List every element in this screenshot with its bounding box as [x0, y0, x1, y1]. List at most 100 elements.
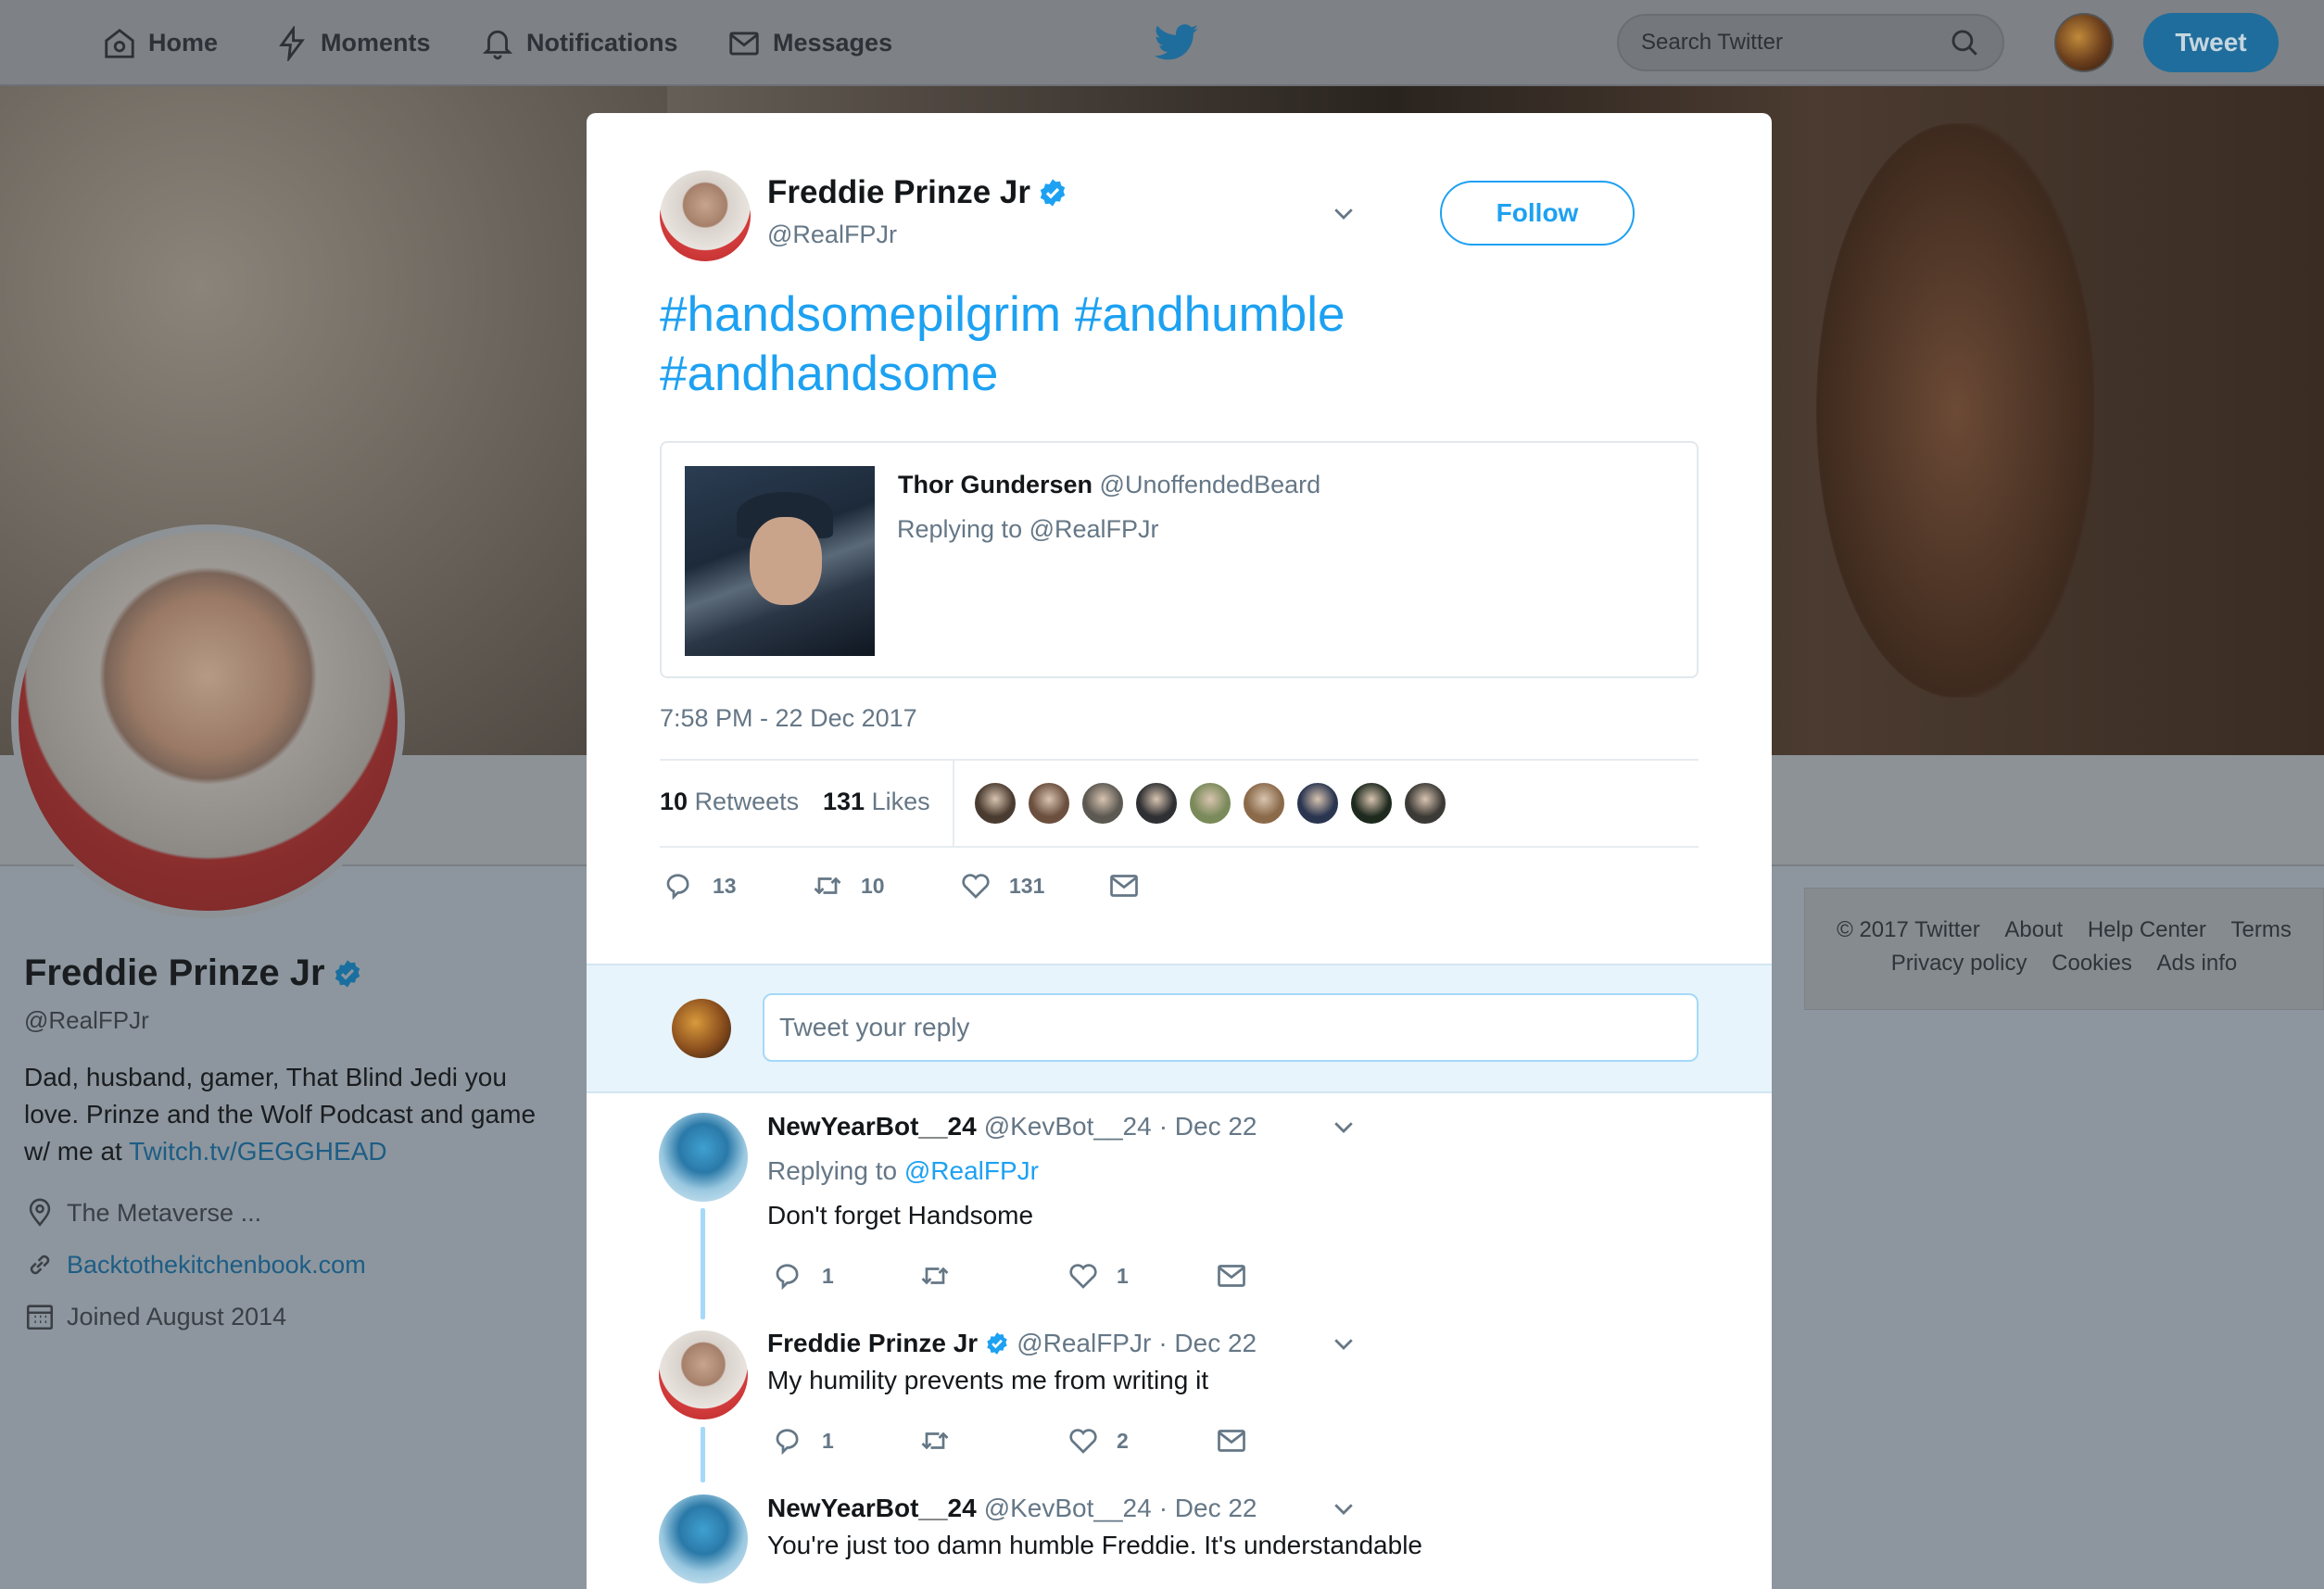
reply-input[interactable] [763, 993, 1699, 1062]
nav-notifications[interactable]: Notifications [480, 0, 678, 86]
reply-count: 1 [822, 1428, 834, 1453]
footer-link-about[interactable]: About [2004, 917, 2063, 942]
reply-action[interactable]: 13 [663, 869, 737, 902]
footer-link-help-center[interactable]: Help Center [2088, 917, 2206, 942]
footer-link-cookies[interactable]: Cookies [2052, 951, 2132, 976]
profile-name-text: Freddie Prinze Jr [24, 952, 325, 993]
like-action[interactable]: 1 [1067, 1259, 1129, 1293]
replying-to-link[interactable]: @RealFPJr [904, 1156, 1039, 1185]
chevron-down-icon[interactable] [1330, 1494, 1358, 1522]
reply-author-name[interactable]: Freddie Prinze Jr [767, 1329, 978, 1358]
liker-avatar[interactable] [1242, 781, 1286, 826]
location-pin-icon [29, 1198, 51, 1227]
stats-divider-top [660, 759, 1699, 761]
heart-icon [1069, 1429, 1097, 1454]
direct-message-action[interactable] [1107, 869, 1141, 902]
profile-joined: Joined August 2014 [24, 1301, 286, 1332]
twitter-bird-icon[interactable] [1155, 24, 1199, 61]
liker-avatar[interactable] [1403, 781, 1447, 826]
like-action[interactable]: 131 [959, 869, 1044, 902]
reply-header: NewYearBot__24 @KevBot__24 · Dec 22 [767, 1494, 1257, 1523]
reply-date[interactable]: · Dec 22 [1159, 1112, 1257, 1141]
profile-joined-text: Joined August 2014 [67, 1302, 287, 1330]
footer-link-terms[interactable]: Terms [2231, 917, 2292, 942]
tweet-timestamp[interactable]: 7:58 PM - 22 Dec 2017 [660, 704, 917, 733]
profile-handle: @RealFPJr [24, 1006, 149, 1034]
liker-avatar[interactable] [1027, 781, 1071, 826]
retweet-action[interactable] [918, 1259, 968, 1293]
nav-messages-label: Messages [773, 29, 893, 57]
quoted-author-handle: @UnoffendedBeard [1099, 471, 1321, 498]
liker-avatar[interactable] [1295, 781, 1340, 826]
current-user-avatar [672, 999, 731, 1058]
search-field[interactable]: Search Twitter [1617, 14, 2004, 71]
retweets-stat-label: Retweets [694, 788, 800, 815]
compose-tweet-button[interactable]: Tweet [2143, 13, 2279, 72]
footer-copyright: © 2017 Twitter [1837, 917, 1980, 942]
chevron-down-icon[interactable] [1330, 1330, 1358, 1357]
direct-message-action[interactable] [1215, 1259, 1248, 1293]
profile-avatar[interactable] [11, 524, 405, 918]
thread-connector-line [701, 1208, 705, 1319]
reply-author-name[interactable]: NewYearBot__24 [767, 1112, 977, 1141]
top-navigation-bar: Home Moments Notifications Messages Sear… [0, 0, 2324, 86]
like-count: 1 [1117, 1263, 1129, 1288]
envelope-icon [729, 31, 759, 56]
profile-website-link[interactable]: Backtothekitchenbook.com [67, 1251, 366, 1280]
reply-text: My humility prevents me from writing it [767, 1366, 1209, 1394]
retweet-icon [921, 1431, 949, 1450]
reply-date[interactable]: · Dec 22 [1159, 1494, 1257, 1523]
search-icon[interactable] [1949, 27, 1980, 58]
reply-author-handle[interactable]: @KevBot__24 [984, 1494, 1152, 1523]
reply-author-handle[interactable]: @RealFPJr [1017, 1329, 1151, 1358]
reply-author-handle[interactable]: @KevBot__24 [984, 1112, 1152, 1141]
reply-replying-to: Replying to @RealFPJr [767, 1156, 1039, 1186]
envelope-icon [1218, 1265, 1245, 1287]
reply-date[interactable]: · Dec 22 [1158, 1329, 1257, 1358]
follow-button[interactable]: Follow [1440, 181, 1635, 246]
tweet-author-avatar[interactable] [660, 170, 751, 261]
retweets-stat[interactable]: 10 Retweets [660, 788, 799, 816]
chevron-down-icon[interactable] [1330, 199, 1358, 227]
reply-author-avatar[interactable] [659, 1113, 748, 1202]
nav-home[interactable]: Home [102, 0, 218, 86]
liker-avatar[interactable] [973, 781, 1017, 826]
quoted-tweet-card[interactable]: Thor Gundersen @UnoffendedBeard Replying… [660, 441, 1699, 678]
profile-bio-link[interactable]: Twitch.tv/GEGGHEAD [129, 1137, 387, 1166]
reply-count: 1 [822, 1263, 834, 1288]
tweet-author-name[interactable]: Freddie Prinze Jr [767, 174, 1067, 211]
retweet-action[interactable] [918, 1424, 968, 1457]
chevron-down-icon[interactable] [1330, 1113, 1358, 1141]
liker-avatar[interactable] [1188, 781, 1232, 826]
liker-avatar[interactable] [1080, 781, 1125, 826]
reply-author-avatar[interactable] [659, 1494, 748, 1583]
liker-avatar[interactable] [1349, 781, 1394, 826]
tweet-author-handle[interactable]: @RealFPJr [767, 221, 897, 249]
retweet-action[interactable]: 10 [811, 869, 885, 902]
likes-stat-count: 131 [823, 788, 865, 815]
reply-action[interactable]: 1 [772, 1424, 834, 1457]
liker-avatar[interactable] [1134, 781, 1179, 826]
like-action[interactable]: 2 [1067, 1424, 1129, 1457]
banner-art-right [1816, 123, 2094, 698]
likes-stat[interactable]: 131 Likes [823, 788, 930, 816]
tweet-text-line-2[interactable]: #andhandsome [660, 345, 1679, 404]
footer-link-ads-info[interactable]: Ads info [2157, 951, 2238, 976]
tweet-detail-modal: Freddie Prinze Jr @RealFPJr Follow #hand… [587, 113, 1772, 1589]
likes-stat-label: Likes [871, 788, 930, 815]
nav-messages[interactable]: Messages [726, 0, 892, 86]
footer-link-privacy[interactable]: Privacy policy [1891, 951, 2027, 976]
reply-author-avatar[interactable] [659, 1330, 748, 1419]
reply-text: Don't forget Handsome [767, 1201, 1034, 1230]
tweet-text: #handsomepilgrim #andhumble #andhandsome [660, 285, 1679, 404]
direct-message-action[interactable] [1215, 1424, 1248, 1457]
reply-author-name[interactable]: NewYearBot__24 [767, 1494, 977, 1523]
tweet-text-line-1[interactable]: #handsomepilgrim #andhumble [660, 285, 1679, 345]
search-input[interactable]: Search Twitter [1641, 30, 1949, 56]
reply-action[interactable]: 1 [772, 1259, 834, 1293]
nav-moments[interactable]: Moments [274, 0, 431, 86]
reply-icon [776, 1264, 799, 1291]
profile-name: Freddie Prinze Jr [24, 952, 362, 994]
account-avatar[interactable] [2054, 13, 2114, 72]
bell-icon [482, 30, 513, 59]
